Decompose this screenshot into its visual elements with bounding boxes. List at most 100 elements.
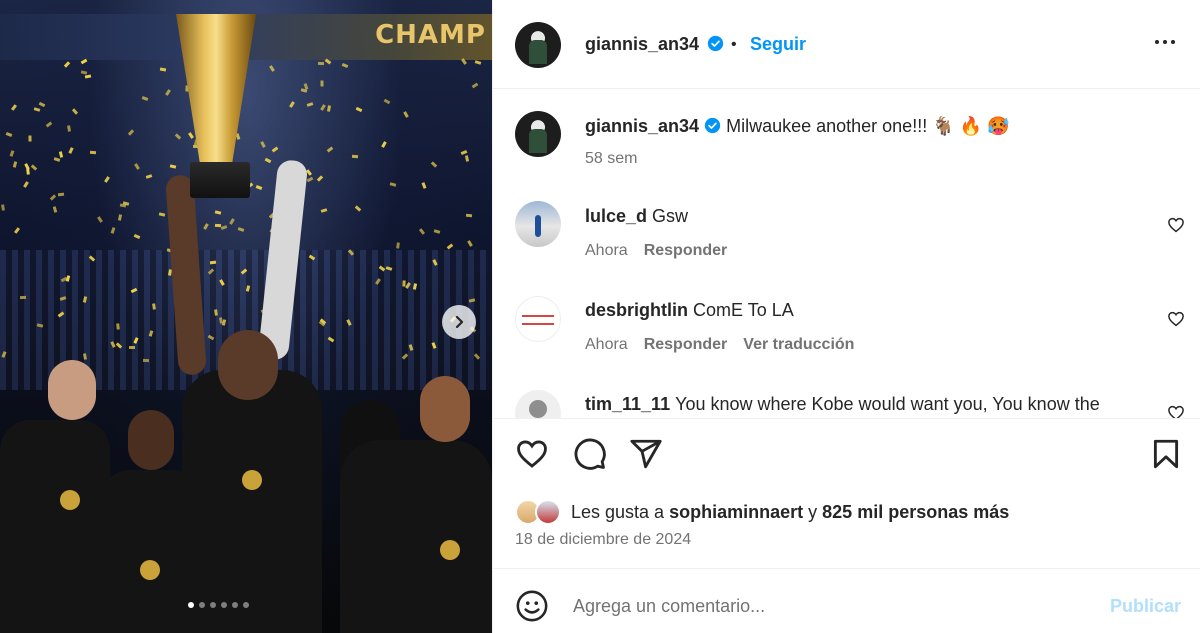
confetti-piece <box>320 80 324 87</box>
medal <box>440 540 460 560</box>
comment-meta: Ahora Responder Ver traducción <box>585 336 854 354</box>
comment-line: lulce_d Gsw <box>585 206 688 227</box>
post-actions: Les gusta a sophiaminnaert y 825 mil per… <box>493 418 1200 568</box>
comment-time: Ahora <box>585 242 628 259</box>
post-viewer: CHAMP giannis_an34 • Seguir giannis_an34… <box>0 0 1200 633</box>
confetti-piece <box>214 223 222 228</box>
confetti-piece <box>354 205 362 212</box>
medal <box>242 470 262 490</box>
chevron-right-icon <box>455 315 464 329</box>
caption-text: Milwaukee another one!!! 🐐 🔥 🥵 <box>726 116 1010 136</box>
carousel-dot <box>210 602 216 608</box>
confetti-piece <box>306 102 314 107</box>
confetti-piece <box>229 218 235 225</box>
confetti-piece <box>142 358 150 363</box>
confetti-piece <box>381 141 387 148</box>
confetti-piece <box>464 155 470 162</box>
confetti-piece <box>58 151 64 158</box>
confetti-piece <box>128 345 136 350</box>
confetti-piece <box>327 105 331 112</box>
confetti-piece <box>24 163 30 170</box>
like-comment-heart-icon[interactable] <box>1167 404 1185 418</box>
caption-username[interactable]: giannis_an34 <box>585 116 699 136</box>
confetti-piece <box>84 74 92 79</box>
confetti-piece <box>28 135 32 142</box>
confetti-piece <box>141 96 149 101</box>
likes-user[interactable]: sophiaminnaert <box>669 502 803 523</box>
player-head <box>48 360 96 420</box>
confetti-piece <box>383 98 391 105</box>
liker-avatar[interactable] <box>535 499 561 525</box>
likes-others[interactable]: 825 mil personas más <box>822 502 1009 523</box>
player-head <box>128 410 174 470</box>
carousel-next-button[interactable] <box>442 305 476 339</box>
share-icon[interactable] <box>629 437 663 471</box>
confetti-piece <box>214 210 222 215</box>
confetti-piece <box>158 212 166 217</box>
player-figure <box>340 440 492 633</box>
confetti-piece <box>67 125 71 132</box>
carousel-indicator <box>188 602 249 608</box>
confetti-piece <box>159 67 167 72</box>
author-avatar[interactable] <box>515 22 561 68</box>
like-comment-heart-icon[interactable] <box>1167 310 1185 328</box>
heart-icon[interactable] <box>515 437 549 471</box>
see-translation-button[interactable]: Ver traducción <box>743 336 854 354</box>
confetti-piece <box>38 101 46 108</box>
confetti-piece <box>471 82 479 89</box>
follow-button[interactable]: Seguir <box>750 34 806 55</box>
reply-button[interactable]: Responder <box>644 336 728 354</box>
comment-input[interactable] <box>573 589 1093 623</box>
confetti-piece <box>80 70 88 75</box>
confetti-piece <box>71 108 79 115</box>
author-avatar[interactable] <box>515 111 561 157</box>
comment-icon[interactable] <box>573 437 607 471</box>
post-photo[interactable]: CHAMP <box>0 0 492 633</box>
banner-text: CHAMP <box>375 20 486 50</box>
confetti-piece <box>326 146 334 153</box>
author-username[interactable]: giannis_an34 <box>585 34 699 55</box>
caption-meta: 58 sem <box>585 150 637 168</box>
comment-composer: Publicar <box>493 568 1200 633</box>
confetti-piece <box>12 161 18 168</box>
confetti-piece <box>117 214 123 221</box>
commenter-avatar[interactable] <box>515 296 561 342</box>
player-head <box>420 376 470 442</box>
confetti-piece <box>467 240 473 247</box>
emoji-icon[interactable] <box>515 589 549 623</box>
comment-username[interactable]: tim_11_11 <box>585 394 670 414</box>
player-head-main <box>218 330 278 400</box>
liker-avatars <box>515 499 567 525</box>
confetti-piece <box>446 243 454 250</box>
comment-username[interactable]: lulce_d <box>585 206 647 226</box>
confetti-piece <box>5 132 13 137</box>
confetti-piece <box>465 213 473 218</box>
comment-text: ComE To LA <box>693 300 794 320</box>
comment-meta: Ahora Responder <box>585 242 727 260</box>
confetti-piece <box>264 157 272 164</box>
comment-text: Gsw <box>652 206 689 226</box>
confetti-piece <box>237 227 245 232</box>
confetti-piece <box>165 89 171 96</box>
confetti-piece <box>10 104 18 111</box>
commenter-avatar[interactable] <box>515 201 561 247</box>
comment-username[interactable]: desbrightlin <box>585 300 688 320</box>
carousel-dot <box>243 602 249 608</box>
carousel-dot <box>221 602 227 608</box>
like-comment-heart-icon[interactable] <box>1167 216 1185 234</box>
post-date[interactable]: 18 de diciembre de 2024 <box>515 531 691 549</box>
confetti-piece <box>80 58 88 65</box>
player-figure <box>0 420 110 633</box>
confetti-piece <box>30 164 38 171</box>
more-options-icon[interactable] <box>1155 40 1175 44</box>
confetti-piece <box>119 203 127 208</box>
confetti-piece <box>49 194 57 201</box>
commenter-avatar[interactable] <box>515 390 561 418</box>
bookmark-icon[interactable] <box>1149 437 1183 471</box>
confetti-piece <box>433 229 441 234</box>
publish-button[interactable]: Publicar <box>1110 596 1181 617</box>
reply-button[interactable]: Responder <box>644 242 728 260</box>
comment-time: Ahora <box>585 336 628 353</box>
comments-list[interactable]: giannis_an34 Milwaukee another one!!! 🐐 … <box>493 90 1200 418</box>
comment-text: You know where Kobe would want you, You … <box>675 394 1100 414</box>
